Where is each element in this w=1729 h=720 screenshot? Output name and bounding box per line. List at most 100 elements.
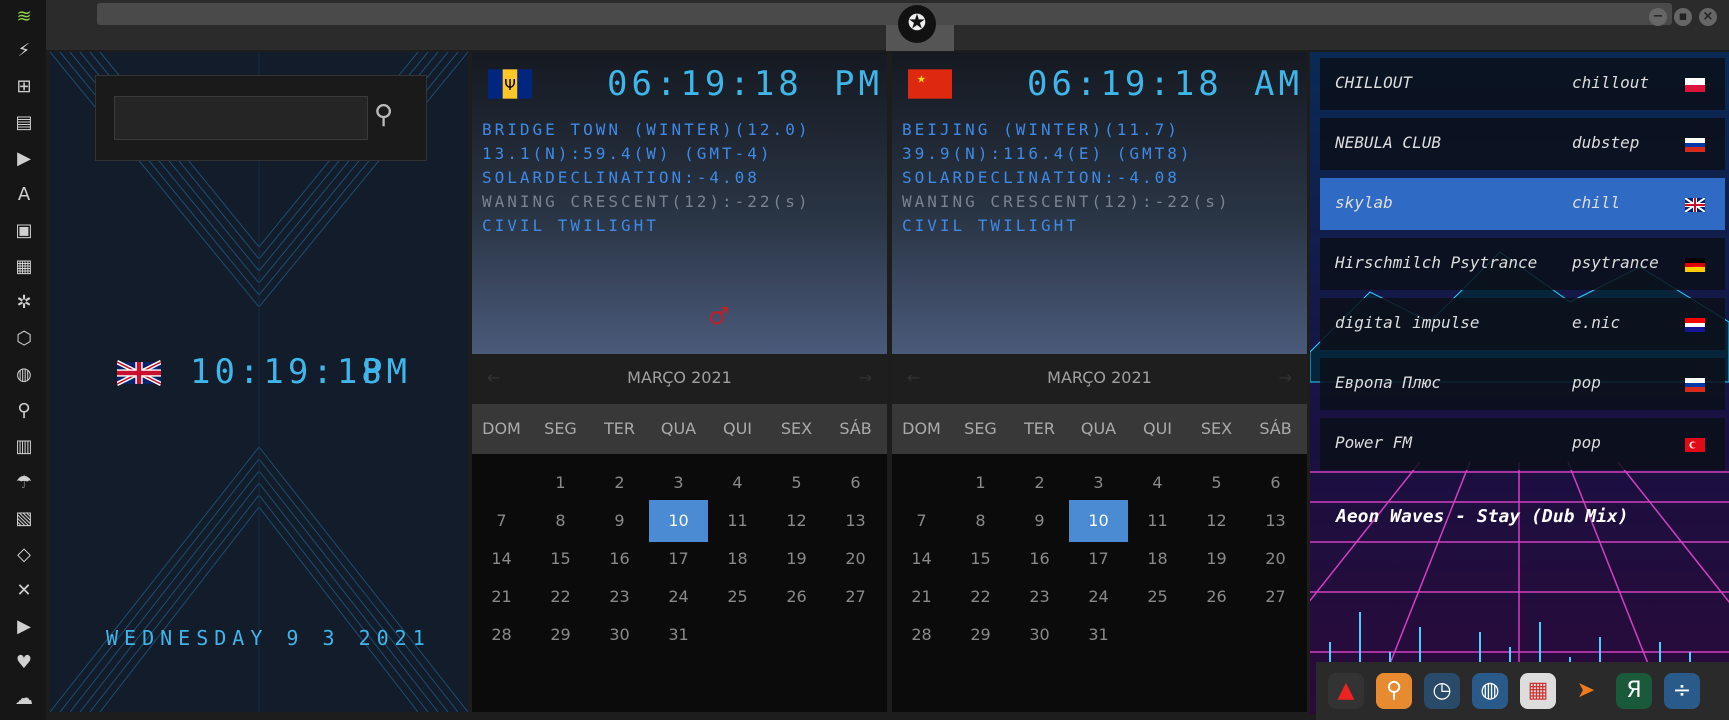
calendar-day[interactable]: 13 bbox=[826, 500, 885, 542]
calendar-day[interactable]: 20 bbox=[826, 538, 885, 580]
archive-icon[interactable]: ▤ bbox=[13, 112, 35, 134]
calendar-day[interactable]: 5 bbox=[1187, 462, 1246, 504]
calendar-day[interactable]: 28 bbox=[892, 614, 951, 656]
calendar-day[interactable]: 1 bbox=[951, 462, 1010, 504]
calendar-day[interactable]: 31 bbox=[1069, 614, 1128, 656]
calendar-day[interactable]: 16 bbox=[590, 538, 649, 580]
calendar-day[interactable]: 17 bbox=[649, 538, 708, 580]
bolt-icon[interactable]: ⚡ bbox=[13, 40, 35, 62]
search-icon[interactable]: ⚲ bbox=[13, 400, 35, 422]
calendar-day[interactable]: 2 bbox=[590, 462, 649, 504]
hexagon-icon[interactable]: ⬡ bbox=[13, 328, 35, 350]
calendar-day[interactable]: 5 bbox=[767, 462, 826, 504]
title-field[interactable] bbox=[97, 3, 1672, 25]
calendar-day[interactable]: 24 bbox=[1069, 576, 1128, 618]
next-month-button[interactable]: → bbox=[1279, 368, 1292, 387]
yandex-icon[interactable]: Я bbox=[1616, 673, 1652, 709]
calendar-day[interactable]: 22 bbox=[951, 576, 1010, 618]
calendar-day[interactable]: 10 bbox=[1069, 500, 1128, 542]
expand-icon[interactable]: ✕ bbox=[13, 580, 35, 602]
rebel-emblem-icon[interactable]: ✪ bbox=[898, 5, 936, 43]
calendar-day[interactable]: 4 bbox=[1128, 462, 1187, 504]
news-icon[interactable]: ▦ bbox=[13, 256, 35, 278]
station-item[interactable]: Power FM pop bbox=[1320, 418, 1725, 470]
calendar-day[interactable]: 20 bbox=[1246, 538, 1305, 580]
station-item[interactable]: Hirschmilch Psytrance psytrance bbox=[1320, 238, 1725, 290]
calendar-day[interactable]: 9 bbox=[590, 500, 649, 542]
station-item[interactable]: Европа Плюс pop bbox=[1320, 358, 1725, 410]
calendar-day[interactable]: 1 bbox=[531, 462, 590, 504]
calendar-day[interactable]: 23 bbox=[1010, 576, 1069, 618]
calendar-day[interactable]: 11 bbox=[708, 500, 767, 542]
calendar-day[interactable]: 18 bbox=[708, 538, 767, 580]
calendar-day[interactable]: 3 bbox=[649, 462, 708, 504]
clock-app-icon[interactable]: ◷ bbox=[1424, 673, 1460, 709]
image-icon[interactable]: ▣ bbox=[13, 220, 35, 242]
calendar-day[interactable]: 21 bbox=[472, 576, 531, 618]
station-item-active[interactable]: skylab chill bbox=[1320, 178, 1725, 230]
search-icon[interactable]: ⚲ bbox=[374, 100, 408, 134]
calendar-day[interactable]: 22 bbox=[531, 576, 590, 618]
calendar-day[interactable]: 24 bbox=[649, 576, 708, 618]
calendar-day[interactable]: 18 bbox=[1128, 538, 1187, 580]
wifi-icon[interactable]: ≋ bbox=[13, 6, 35, 28]
next-month-button[interactable]: → bbox=[859, 368, 872, 387]
calendar-day[interactable]: 23 bbox=[590, 576, 649, 618]
calendar-day[interactable]: 9 bbox=[1010, 500, 1069, 542]
calendar-day[interactable]: 7 bbox=[472, 500, 531, 542]
umbrella-icon[interactable]: ☂ bbox=[13, 472, 35, 494]
calendar-day[interactable]: 12 bbox=[1187, 500, 1246, 542]
calendar-day[interactable]: 30 bbox=[590, 614, 649, 656]
calendar-day[interactable]: 28 bbox=[472, 614, 531, 656]
calendar-day[interactable]: 14 bbox=[892, 538, 951, 580]
calendar-day[interactable]: 27 bbox=[826, 576, 885, 618]
play-icon[interactable]: ▶ bbox=[13, 148, 35, 170]
calculator-icon[interactable]: ÷ bbox=[1664, 673, 1700, 709]
calendar-day[interactable]: 3 bbox=[1069, 462, 1128, 504]
calendar-day[interactable]: 16 bbox=[1010, 538, 1069, 580]
translate-icon[interactable]: A bbox=[13, 184, 35, 206]
calendar-day[interactable]: 30 bbox=[1010, 614, 1069, 656]
calendar-day[interactable]: 26 bbox=[1187, 576, 1246, 618]
adobe-icon[interactable]: ▲ bbox=[1328, 673, 1364, 709]
browser-icon[interactable]: ◍ bbox=[1472, 673, 1508, 709]
map-icon[interactable]: ▥ bbox=[13, 436, 35, 458]
calendar-day[interactable]: 29 bbox=[531, 614, 590, 656]
calendar-day[interactable]: 7 bbox=[892, 500, 951, 542]
calendar-icon[interactable]: ▦ bbox=[1520, 673, 1556, 709]
search-input[interactable] bbox=[114, 96, 368, 140]
calendar-day[interactable]: 14 bbox=[472, 538, 531, 580]
calendar-day[interactable]: 27 bbox=[1246, 576, 1305, 618]
aperture-icon[interactable]: ✲ bbox=[13, 292, 35, 314]
calendar-day[interactable]: 8 bbox=[531, 500, 590, 542]
calendar-day[interactable]: 13 bbox=[1246, 500, 1305, 542]
calendar-day[interactable]: 10 bbox=[649, 500, 708, 542]
calendar-day[interactable]: 19 bbox=[1187, 538, 1246, 580]
search-app-icon[interactable]: ⚲ bbox=[1376, 673, 1412, 709]
calendar-day[interactable]: 6 bbox=[826, 462, 885, 504]
calendar-day[interactable]: 4 bbox=[708, 462, 767, 504]
windows-icon[interactable]: ⊞ bbox=[13, 76, 35, 98]
calendar-day[interactable]: 8 bbox=[951, 500, 1010, 542]
calendar-day[interactable]: 19 bbox=[767, 538, 826, 580]
station-item[interactable]: NEBULA CLUB dubstep bbox=[1320, 118, 1725, 170]
arrow-app-icon[interactable]: ➤ bbox=[1568, 673, 1604, 709]
calendar-day[interactable]: 21 bbox=[892, 576, 951, 618]
youtube-icon[interactable]: ▶ bbox=[13, 616, 35, 638]
calendar-day[interactable]: 31 bbox=[649, 614, 708, 656]
calendar-day[interactable]: 15 bbox=[951, 538, 1010, 580]
calendar-day[interactable]: 6 bbox=[1246, 462, 1305, 504]
calendar-day[interactable]: 26 bbox=[767, 576, 826, 618]
cloud-icon[interactable]: ☁ bbox=[13, 688, 35, 710]
close-button[interactable]: × bbox=[1699, 8, 1717, 26]
calendar-day[interactable]: 11 bbox=[1128, 500, 1187, 542]
calendar-day[interactable]: 25 bbox=[1128, 576, 1187, 618]
calendar-day[interactable]: 17 bbox=[1069, 538, 1128, 580]
minimize-button[interactable]: − bbox=[1649, 8, 1667, 26]
calendar-day[interactable]: 15 bbox=[531, 538, 590, 580]
calendar-day[interactable]: 29 bbox=[951, 614, 1010, 656]
station-item[interactable]: CHILLOUT chillout bbox=[1320, 58, 1725, 110]
maximize-button[interactable]: ▪ bbox=[1674, 8, 1692, 26]
station-item[interactable]: digital impulse e.nic bbox=[1320, 298, 1725, 350]
calendar-day[interactable]: 25 bbox=[708, 576, 767, 618]
